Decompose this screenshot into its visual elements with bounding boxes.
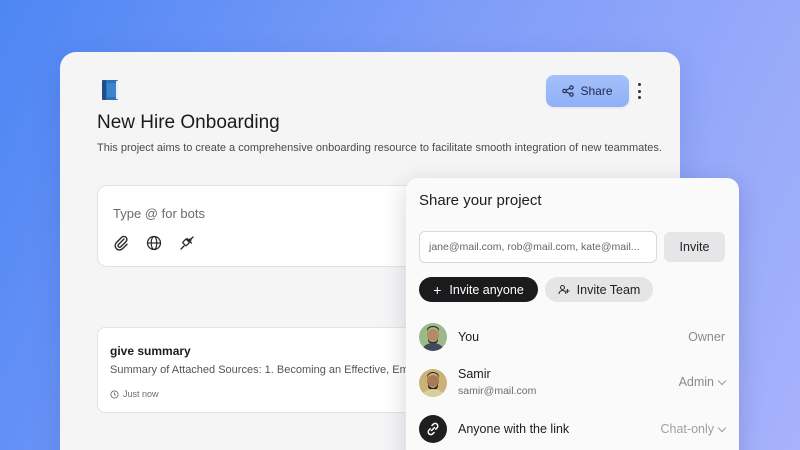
share-project-panel: Share your project jane@mail.com, rob@ma… <box>406 178 739 450</box>
conversation-card[interactable]: give summary Summary of Attached Sources… <box>97 327 417 413</box>
invite-anyone-label: Invite anyone <box>449 282 524 297</box>
chevron-down-icon <box>717 423 727 432</box>
timestamp-label: Just now <box>123 389 159 399</box>
link-access-dropdown[interactable]: Chat-only <box>660 422 727 436</box>
member-name: Anyone with the link <box>458 422 570 436</box>
role-label: Owner <box>688 330 725 344</box>
globe-icon[interactable] <box>145 234 163 252</box>
invite-anyone-button[interactable]: + Invite anyone <box>419 277 538 302</box>
member-name: You <box>458 330 480 344</box>
clock-icon <box>110 389 119 399</box>
project-description: This project aims to create a comprehens… <box>97 142 662 154</box>
attach-icon[interactable] <box>112 234 130 252</box>
member-row-you: You Owner <box>419 323 725 355</box>
conversation-preview: Summary of Attached Sources: 1. Becoming… <box>110 364 417 376</box>
chevron-down-icon <box>717 376 727 385</box>
role-label: Admin <box>678 375 714 389</box>
share-panel-title: Share your project <box>419 192 542 209</box>
role-label: Chat-only <box>660 422 715 436</box>
add-user-icon <box>558 284 570 294</box>
invite-email-field[interactable]: jane@mail.com, rob@mail.com, kate@mail..… <box>419 231 657 263</box>
avatar <box>419 323 447 351</box>
book-icon <box>102 80 118 100</box>
member-row-link: Anyone with the link Chat-only <box>419 414 727 446</box>
more-options-icon[interactable] <box>634 83 644 99</box>
conversation-title: give summary <box>110 344 191 358</box>
plug-icon[interactable] <box>178 234 196 252</box>
link-icon <box>419 415 447 443</box>
invite-team-label: Invite Team <box>576 282 641 297</box>
share-button-label: Share <box>580 84 613 98</box>
invite-button[interactable]: Invite <box>664 232 725 262</box>
page-title: New Hire Onboarding <box>97 112 280 133</box>
member-role: Owner <box>688 330 725 344</box>
share-button[interactable]: Share <box>546 75 629 107</box>
avatar <box>419 369 447 397</box>
member-name: Samir <box>458 367 491 381</box>
conversation-timestamp: Just now <box>110 389 159 399</box>
member-row-samir: Samir samir@mail.com Admin <box>419 367 727 399</box>
share-icon <box>562 85 575 97</box>
chat-input[interactable]: Type @ for bots <box>113 206 205 221</box>
member-role-dropdown[interactable]: Admin <box>678 375 727 389</box>
invite-team-button[interactable]: Invite Team <box>545 277 653 302</box>
chat-composer[interactable]: Type @ for bots <box>97 185 427 267</box>
member-email: samir@mail.com <box>458 385 537 397</box>
plus-icon: + <box>433 281 442 298</box>
